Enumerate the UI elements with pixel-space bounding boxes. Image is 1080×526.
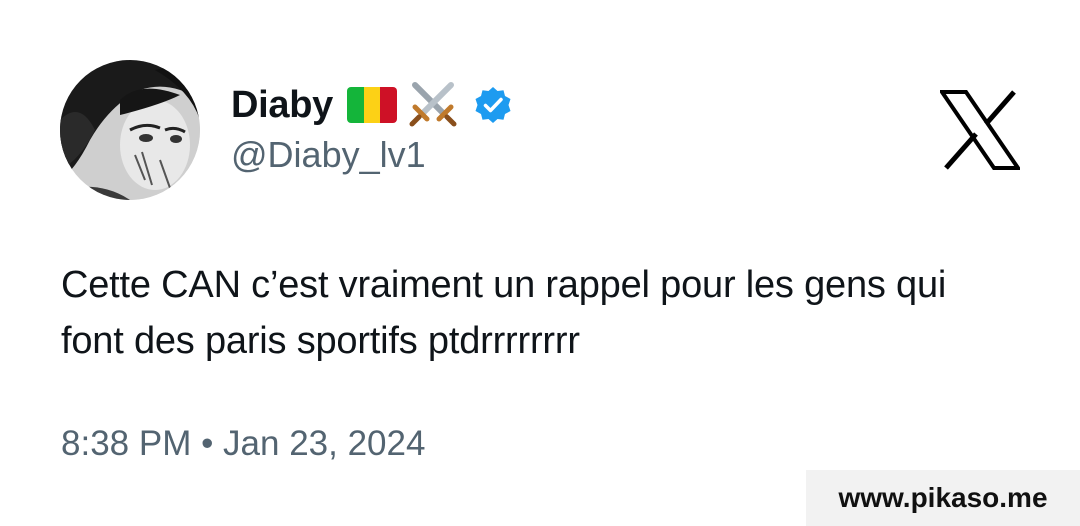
tweet-text: Cette CAN c’est vraiment un rappel pour … (61, 264, 947, 362)
author-name-row: Diaby (231, 80, 513, 130)
flag-stripe-green (346, 87, 364, 123)
tweet-timestamp[interactable]: 8:38 PM • Jan 23, 2024 (61, 424, 425, 464)
x-logo-icon[interactable] (940, 90, 1020, 170)
verified-badge-icon (475, 87, 511, 123)
flag-stripe-red (380, 87, 397, 123)
flag-stripe-yellow (363, 87, 381, 123)
crossed-swords-icon (409, 82, 457, 127)
watermark[interactable]: www.pikaso.me (806, 470, 1080, 526)
avatar-image (60, 60, 200, 200)
author-handle[interactable]: @Diaby_lv1 (231, 134, 426, 176)
display-name[interactable]: Diaby (231, 84, 333, 127)
avatar[interactable] (60, 60, 200, 200)
mali-flag-icon (346, 87, 397, 123)
